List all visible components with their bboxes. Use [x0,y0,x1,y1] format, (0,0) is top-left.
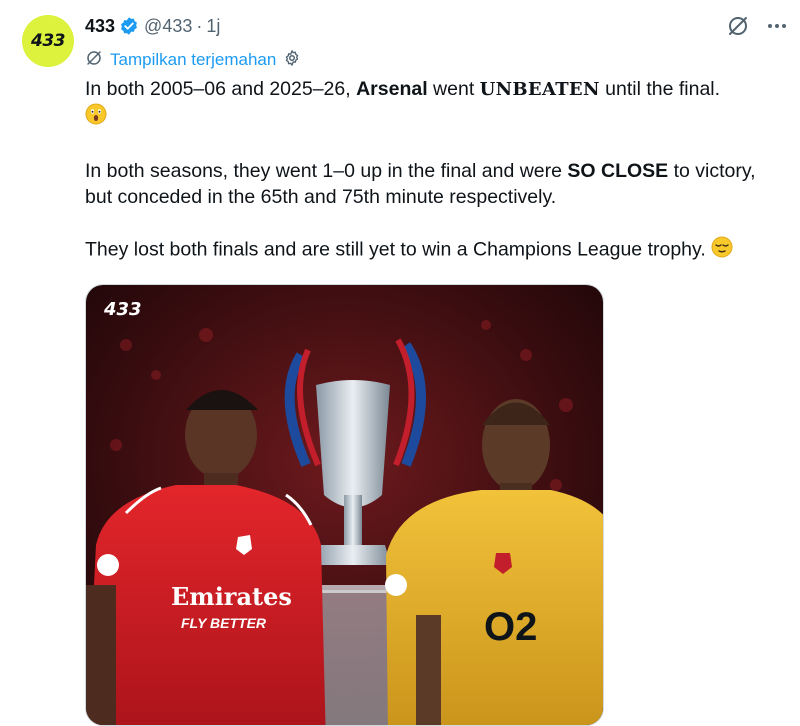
translate-icon [85,49,103,72]
tweet-paragraph-1: In both 2005–06 and 2025–26, Arsenal wen… [85,76,785,132]
tweet-media-image[interactable]: 433 Emirates FLY BETTER O2 [85,284,604,726]
translate-row: Tampilkan terjemahan [85,48,785,72]
header-separator: · [196,15,203,36]
relieved-face-icon [711,236,733,265]
author-handle[interactable]: @433 [144,16,192,37]
tweet-header: 433 @433 · 1j [85,12,785,40]
text-bold-so-close: SO CLOSE [567,160,669,182]
text-unbeaten: UNBEATEN [479,79,600,100]
verified-badge-icon[interactable] [119,16,139,36]
sponsor-right: O2 [484,605,537,649]
astonished-face-icon [85,103,107,132]
tweet-time[interactable]: 1j [206,16,220,37]
media-watermark: 433 [103,299,142,320]
sponsor-left: Emirates [171,582,292,611]
tweet-text: In both 2005–06 and 2025–26, Arsenal wen… [85,76,785,265]
text-segment: until the final. [599,78,721,100]
sponsor-left-tagline: FLY BETTER [181,615,267,631]
author-name[interactable]: 433 [85,16,115,37]
text-segment: They lost both finals and are still yet … [85,238,712,261]
author-avatar[interactable]: 433 [22,15,74,67]
tweet-paragraph-3: They lost both finals and are still yet … [85,236,785,265]
gear-icon[interactable] [283,49,301,72]
tweet-paragraph-2: In both seasons, they went 1–0 up in the… [85,158,785,210]
text-bold-arsenal: Arsenal [356,78,428,100]
text-segment: In both seasons, they went 1–0 up in the… [85,160,568,182]
translate-link[interactable]: Tampilkan terjemahan [110,50,276,70]
tweet-content: 433 @433 · 1j Tampilkan terjemahan In bo [85,12,785,265]
avatar-text: 433 [31,31,66,51]
text-segment: In both 2005–06 and 2025–26, [85,78,357,100]
text-segment: went [427,78,480,100]
